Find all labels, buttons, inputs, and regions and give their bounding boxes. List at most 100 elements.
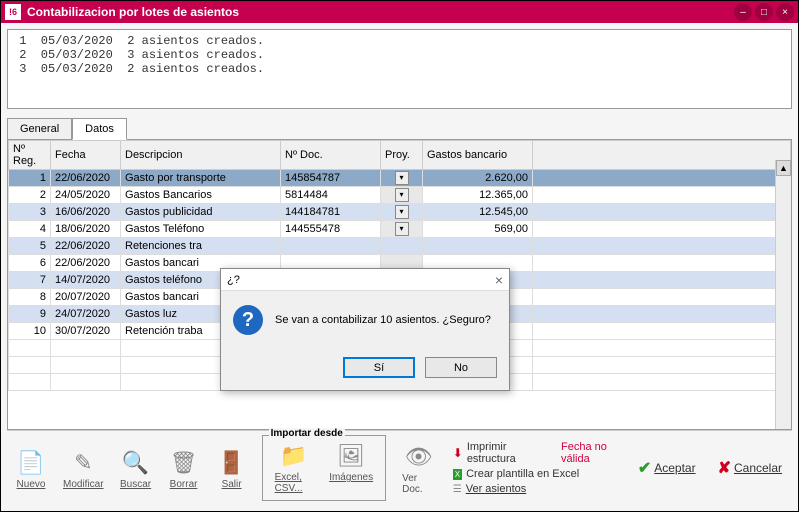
cell-nreg[interactable]: 9: [9, 306, 51, 323]
log-line: 3 05/03/2020 2 asientos creados.: [12, 62, 787, 76]
cell-fecha[interactable]: 16/06/2020: [51, 204, 121, 221]
col-ndoc[interactable]: Nº Doc.: [281, 141, 381, 170]
cell-fecha[interactable]: 14/07/2020: [51, 272, 121, 289]
question-icon: ?: [233, 305, 263, 335]
cell-nreg[interactable]: 3: [9, 204, 51, 221]
cell-ndoc[interactable]: 145854787: [281, 170, 381, 187]
borrar-button[interactable]: 🗑 Borrar: [162, 445, 206, 492]
cell-blank: [533, 221, 791, 238]
col-fecha[interactable]: Fecha: [51, 141, 121, 170]
table-row[interactable]: 122/06/2020Gasto por transporte145854787…: [9, 170, 791, 187]
cell-descripcion[interactable]: Gastos Teléfono: [121, 221, 281, 238]
tab-general[interactable]: General: [7, 118, 72, 140]
import-excel-button[interactable]: 📁 Excel, CSV...: [269, 438, 320, 496]
cell-gastos[interactable]: 12.545,00: [423, 204, 533, 221]
chevron-down-icon[interactable]: ▾: [395, 188, 409, 202]
buscar-button[interactable]: 🔍 Buscar: [114, 445, 158, 492]
cell-ndoc[interactable]: 5814484: [281, 187, 381, 204]
cell-fecha[interactable]: 20/07/2020: [51, 289, 121, 306]
maximize-button[interactable]: □: [755, 3, 773, 21]
cell-ndoc[interactable]: [281, 238, 381, 255]
dialog-no-button[interactable]: No: [425, 357, 497, 378]
col-nreg[interactable]: Nº Reg.: [9, 141, 51, 170]
cell-nreg[interactable]: 1: [9, 170, 51, 187]
cell-blank: [533, 170, 791, 187]
cell-descripcion[interactable]: Retenciones tra: [121, 238, 281, 255]
cell-ndoc[interactable]: 144184781: [281, 204, 381, 221]
ver-doc-label: Ver Doc.: [402, 473, 435, 495]
cell-proy[interactable]: [381, 238, 423, 255]
table-row[interactable]: 316/06/2020Gastos publicidad144184781 ▾ 12…: [9, 204, 791, 221]
cell-ndoc[interactable]: 144555478: [281, 221, 381, 238]
exit-icon: 🚪: [216, 447, 248, 479]
scroll-up-icon[interactable]: ▲: [776, 160, 791, 176]
cell-descripcion[interactable]: Gastos publicidad: [121, 204, 281, 221]
chevron-down-icon[interactable]: ▾: [395, 205, 409, 219]
cell-blank: [533, 187, 791, 204]
ver-asientos-label: Ver asientos: [466, 483, 527, 495]
col-gastos[interactable]: Gastos bancario: [423, 141, 533, 170]
ver-doc-button[interactable]: 👁 Ver Doc.: [396, 439, 441, 497]
modificar-button[interactable]: ✎ Modificar: [57, 445, 110, 492]
cell-nreg[interactable]: 7: [9, 272, 51, 289]
edit-icon: ✎: [67, 447, 99, 479]
cell-nreg[interactable]: 5: [9, 238, 51, 255]
cell-fecha[interactable]: 18/06/2020: [51, 221, 121, 238]
import-legend: Importar desde: [269, 428, 345, 439]
cell-fecha[interactable]: 30/07/2020: [51, 323, 121, 340]
excel-label: Excel, CSV...: [275, 472, 314, 494]
table-row[interactable]: 224/05/2020Gastos Bancarios5814484 ▾ 12.36…: [9, 187, 791, 204]
ver-asientos-link[interactable]: ☰ Ver asientos: [453, 483, 626, 495]
crear-plantilla-link[interactable]: X Crear plantilla en Excel: [453, 468, 626, 480]
import-images-button[interactable]: 🖼 Imágenes: [323, 438, 379, 496]
modificar-label: Modificar: [63, 479, 104, 490]
cell-nreg[interactable]: 10: [9, 323, 51, 340]
col-blank: [533, 141, 791, 170]
dialog-close-button[interactable]: ×: [495, 272, 503, 288]
cell-nreg[interactable]: 6: [9, 255, 51, 272]
cell-nreg[interactable]: 4: [9, 221, 51, 238]
chevron-down-icon[interactable]: ▾: [395, 171, 409, 185]
col-proy[interactable]: Proy.: [381, 141, 423, 170]
search-icon: 🔍: [120, 447, 152, 479]
nuevo-button[interactable]: 📄 Nuevo: [9, 445, 53, 492]
cell-proy[interactable]: ▾: [381, 204, 423, 221]
new-icon: 📄: [15, 447, 47, 479]
cell-fecha[interactable]: 22/06/2020: [51, 238, 121, 255]
cell-fecha[interactable]: 22/06/2020: [51, 170, 121, 187]
cell-descripcion[interactable]: Gasto por transporte: [121, 170, 281, 187]
list-icon: ☰: [453, 484, 462, 495]
table-row[interactable]: 418/06/2020Gastos Teléfono144555478 ▾ 569,…: [9, 221, 791, 238]
cell-proy[interactable]: ▾: [381, 187, 423, 204]
cell-fecha[interactable]: 22/06/2020: [51, 255, 121, 272]
toolbar: 📄 Nuevo ✎ Modificar 🔍 Buscar 🗑 Borrar 🚪 …: [7, 430, 792, 505]
chevron-down-icon[interactable]: ▾: [395, 222, 409, 236]
trash-icon: 🗑: [168, 447, 200, 479]
cell-gastos[interactable]: 2.620,00: [423, 170, 533, 187]
table-row[interactable]: 522/06/2020Retenciones tra: [9, 238, 791, 255]
tab-datos[interactable]: Datos: [72, 118, 127, 140]
cell-nreg[interactable]: 8: [9, 289, 51, 306]
cell-gastos[interactable]: 569,00: [423, 221, 533, 238]
dialog-yes-button[interactable]: Sí: [343, 357, 415, 378]
aceptar-button[interactable]: ✔ Aceptar: [630, 454, 704, 482]
salir-button[interactable]: 🚪 Salir: [210, 445, 254, 492]
dialog-message: Se van a contabilizar 10 asientos. ¿Segu…: [275, 314, 491, 326]
cancelar-button[interactable]: ✘ Cancelar: [710, 454, 790, 482]
cell-nreg[interactable]: 2: [9, 187, 51, 204]
cell-gastos[interactable]: [423, 238, 533, 255]
aceptar-label: Aceptar: [654, 461, 695, 475]
imprimir-link[interactable]: ⬇ Imprimir estructura: [453, 441, 541, 465]
log-panel: 1 05/03/2020 2 asientos creados. 2 05/03…: [7, 29, 792, 109]
salir-label: Salir: [222, 479, 242, 490]
cell-fecha[interactable]: 24/05/2020: [51, 187, 121, 204]
cell-fecha[interactable]: 24/07/2020: [51, 306, 121, 323]
cell-proy[interactable]: ▾: [381, 170, 423, 187]
cell-descripcion[interactable]: Gastos Bancarios: [121, 187, 281, 204]
scrollbar-vertical[interactable]: ▲: [775, 160, 791, 429]
cell-gastos[interactable]: 12.365,00: [423, 187, 533, 204]
close-button[interactable]: ×: [776, 3, 794, 21]
minimize-button[interactable]: –: [734, 3, 752, 21]
col-descripcion[interactable]: Descripcion: [121, 141, 281, 170]
cell-proy[interactable]: ▾: [381, 221, 423, 238]
